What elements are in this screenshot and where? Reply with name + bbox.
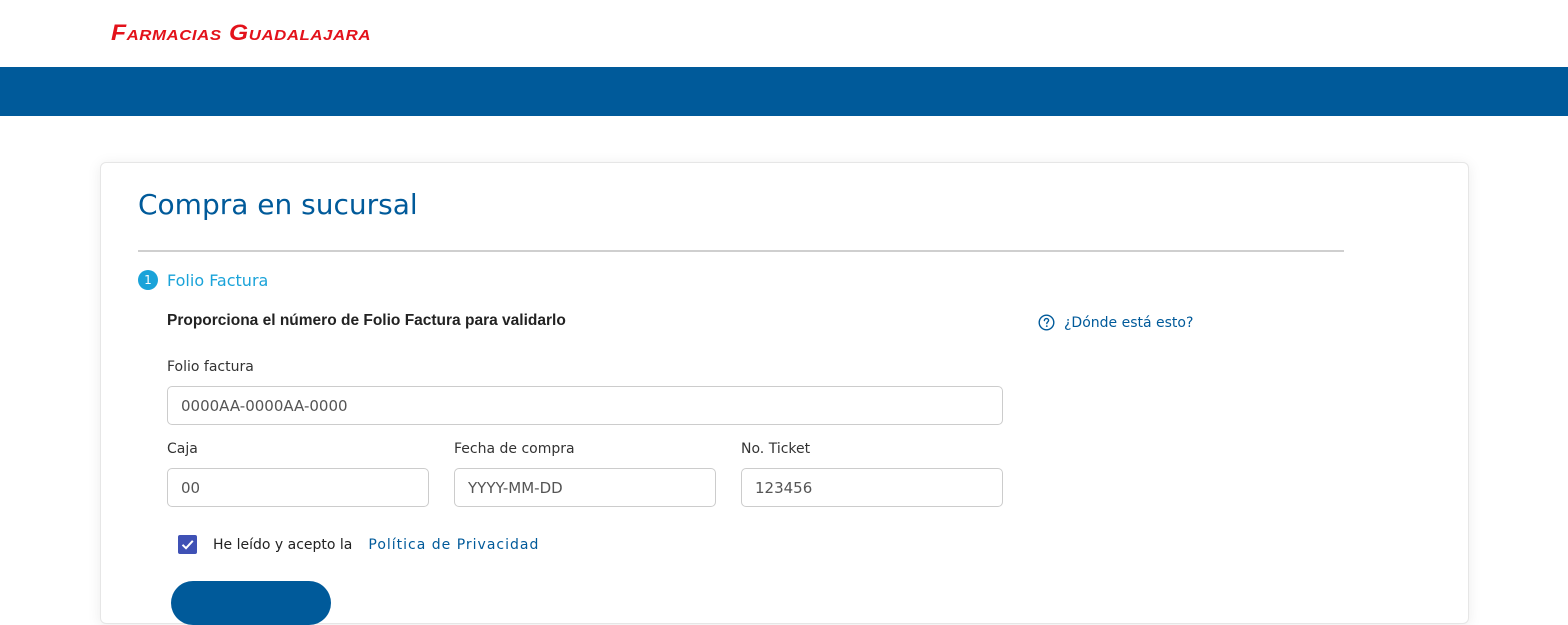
consent-text: He leído y acepto la xyxy=(213,536,353,553)
privacy-policy-link[interactable]: Política de Privacidad xyxy=(368,537,539,553)
nav-bar xyxy=(0,67,1568,116)
step-number-badge: 1 xyxy=(138,270,158,290)
instructions-text: Proporciona el número de Folio Factura p… xyxy=(167,312,566,329)
checkmark-icon xyxy=(181,540,194,550)
help-link-label: ¿Dónde está esto? xyxy=(1064,314,1194,331)
title-divider xyxy=(138,250,1344,252)
invoice-card: Compra en sucursal 1 Folio Factura Propo… xyxy=(100,162,1469,625)
folio-label: Folio factura xyxy=(167,359,254,375)
fecha-input[interactable] xyxy=(454,468,716,507)
brand-logo[interactable]: Farmacias Guadalajara xyxy=(111,20,371,46)
submit-button[interactable] xyxy=(171,581,331,625)
help-link[interactable]: ¿Dónde está esto? xyxy=(1038,314,1193,331)
ticket-label: No. Ticket xyxy=(741,441,811,457)
caja-label: Caja xyxy=(167,441,198,457)
site-header: Farmacias Guadalajara xyxy=(0,0,1568,67)
ticket-input[interactable] xyxy=(741,468,1003,507)
consent-checkbox[interactable] xyxy=(178,535,197,554)
step-indicator: 1 Folio Factura xyxy=(138,270,268,290)
page-title: Compra en sucursal xyxy=(138,188,418,221)
question-circle-icon xyxy=(1038,314,1055,331)
folio-input[interactable] xyxy=(167,386,1003,425)
step-label: Folio Factura xyxy=(167,270,269,290)
consent-row: He leído y acepto la Política de Privaci… xyxy=(178,535,539,554)
caja-input[interactable] xyxy=(167,468,429,507)
fecha-label: Fecha de compra xyxy=(454,441,575,457)
